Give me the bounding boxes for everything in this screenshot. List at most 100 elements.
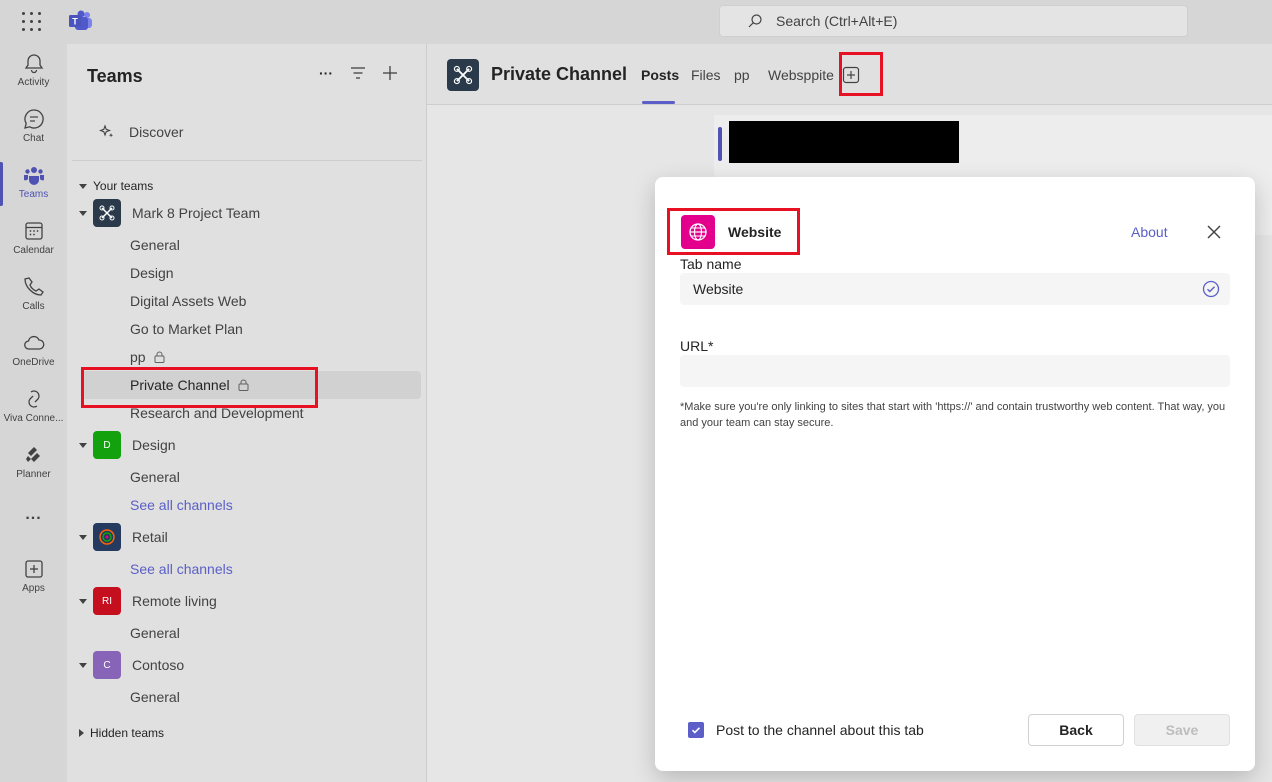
see-all-label: See all channels	[130, 497, 233, 513]
channel-general[interactable]: General	[67, 231, 427, 259]
your-teams-header[interactable]: Your teams	[67, 172, 427, 200]
rail-item-planner[interactable]: Planner	[0, 436, 67, 490]
more-icon: ...	[25, 506, 42, 523]
team-contoso[interactable]: C Contoso	[67, 651, 427, 679]
app-launcher-icon[interactable]	[22, 12, 42, 32]
teams-logo-icon: T	[69, 10, 92, 30]
channel-title: Private Channel	[491, 64, 628, 84]
tab-pp[interactable]: pp	[734, 67, 750, 83]
channel-general[interactable]: General	[67, 619, 427, 647]
rail-label: Calendar	[13, 245, 54, 256]
channel-general[interactable]: General	[67, 463, 427, 491]
channel-go-to-market-plan[interactable]: Go to Market Plan	[67, 315, 427, 343]
rail-item-chat[interactable]: Chat	[0, 100, 67, 154]
rail-label: OneDrive	[12, 357, 55, 368]
add-team-icon[interactable]	[381, 64, 399, 82]
channel-general[interactable]: General	[67, 683, 427, 711]
channel-design[interactable]: Design	[67, 259, 427, 287]
team-name: Retail	[132, 529, 168, 545]
highlight-private-channel	[81, 367, 318, 408]
tab-websppite[interactable]: Websppite	[768, 67, 834, 83]
rail-item-onedrive[interactable]: OneDrive	[0, 324, 67, 378]
rail-label: Planner	[16, 469, 51, 480]
chevron-down-icon	[79, 598, 87, 604]
team-remote-living[interactable]: RI Remote living	[67, 587, 427, 615]
team-avatar: RI	[93, 587, 121, 615]
discover-link[interactable]: Discover	[99, 124, 183, 140]
planner-icon	[25, 447, 40, 462]
see-all-channels-link[interactable]: See all channels	[67, 555, 427, 583]
tab-name-input[interactable]: Website	[680, 273, 1230, 305]
team-name: Contoso	[132, 657, 185, 673]
hidden-teams-header[interactable]: Hidden teams	[67, 719, 427, 747]
close-icon[interactable]	[1206, 224, 1222, 240]
discover-label: Discover	[129, 124, 184, 140]
channel-avatar	[447, 59, 479, 91]
chevron-right-icon	[79, 729, 84, 737]
chevron-down-icon	[79, 662, 87, 668]
top-bar: T Search (Ctrl+Alt+E)	[0, 0, 1272, 44]
lock-icon	[154, 351, 165, 363]
channel-label: Design	[130, 265, 174, 281]
your-teams-label: Your teams	[93, 179, 154, 193]
apps-icon	[24, 560, 43, 578]
more-options-icon[interactable]: ···	[317, 64, 335, 82]
chevron-down-icon	[79, 534, 87, 540]
cloud-icon	[23, 335, 44, 350]
hidden-teams-label: Hidden teams	[90, 726, 165, 740]
channel-label: General	[130, 469, 180, 485]
channel-label: Go to Market Plan	[130, 321, 243, 337]
rail-item-activity[interactable]: Activity	[0, 44, 67, 98]
rail-item-viva[interactable]: Viva Conne...	[0, 380, 67, 434]
channel-label: General	[130, 625, 180, 641]
team-name: Remote living	[132, 593, 217, 609]
team-mark8[interactable]: Mark 8 Project Team	[67, 199, 427, 227]
about-link[interactable]: About	[1131, 224, 1168, 240]
rail-label: Activity	[17, 77, 50, 88]
team-design[interactable]: D Design	[67, 431, 427, 459]
drone-icon	[99, 205, 115, 221]
rail-item-apps[interactable]: Apps	[0, 550, 67, 604]
rail-label: Viva Conne...	[3, 413, 64, 424]
channel-digital-assets-web[interactable]: Digital Assets Web	[67, 287, 427, 315]
team-avatar: C	[93, 651, 121, 679]
channel-label: pp	[130, 349, 146, 365]
tab-posts[interactable]: Posts	[641, 67, 679, 83]
see-all-channels-link[interactable]: See all channels	[67, 491, 427, 519]
chevron-down-icon	[79, 210, 87, 216]
rail-item-teams[interactable]: Teams	[0, 156, 67, 210]
teams-title: Teams	[87, 66, 143, 86]
back-button[interactable]: Back	[1028, 714, 1124, 746]
rail-item-calendar[interactable]: Calendar	[0, 212, 67, 266]
team-avatar	[93, 199, 121, 227]
tab-files[interactable]: Files	[691, 67, 721, 83]
search-placeholder: Search (Ctrl+Alt+E)	[776, 13, 898, 29]
team-retail[interactable]: Retail	[67, 523, 427, 551]
save-button[interactable]: Save	[1134, 714, 1230, 746]
post-to-channel-label: Post to the channel about this tab	[716, 722, 924, 738]
rail-label: Apps	[22, 583, 45, 594]
calendar-icon	[24, 222, 43, 240]
filter-icon[interactable]	[349, 64, 367, 82]
svg-text:T: T	[72, 17, 78, 27]
search-icon	[748, 14, 762, 28]
sparkle-icon	[99, 124, 114, 138]
rail-item-calls[interactable]: Calls	[0, 268, 67, 322]
chat-icon	[23, 109, 44, 129]
tab-name-value: Website	[693, 281, 744, 297]
valid-check-icon	[1202, 280, 1220, 298]
tab-name-label: Tab name	[680, 256, 742, 272]
post-to-channel-checkbox[interactable]	[688, 722, 704, 738]
rail-label: Teams	[18, 189, 49, 200]
add-tab-dialog: Website About Tab name Website URL* *Mak…	[655, 177, 1255, 771]
rail-label: Chat	[22, 133, 45, 144]
app-rail: Activity Chat Teams Calendar Calls OneDr…	[0, 44, 67, 782]
teams-pane: Teams ··· Discover Your teams Mark 8 Pro…	[67, 44, 427, 782]
search-box[interactable]: Search (Ctrl+Alt+E)	[719, 5, 1188, 37]
phone-icon	[23, 277, 44, 296]
channel-label: Digital Assets Web	[130, 293, 247, 309]
active-tab-indicator	[642, 101, 675, 104]
post-accent-bar	[718, 127, 722, 161]
url-input[interactable]	[680, 355, 1230, 387]
chevron-down-icon	[79, 183, 87, 189]
